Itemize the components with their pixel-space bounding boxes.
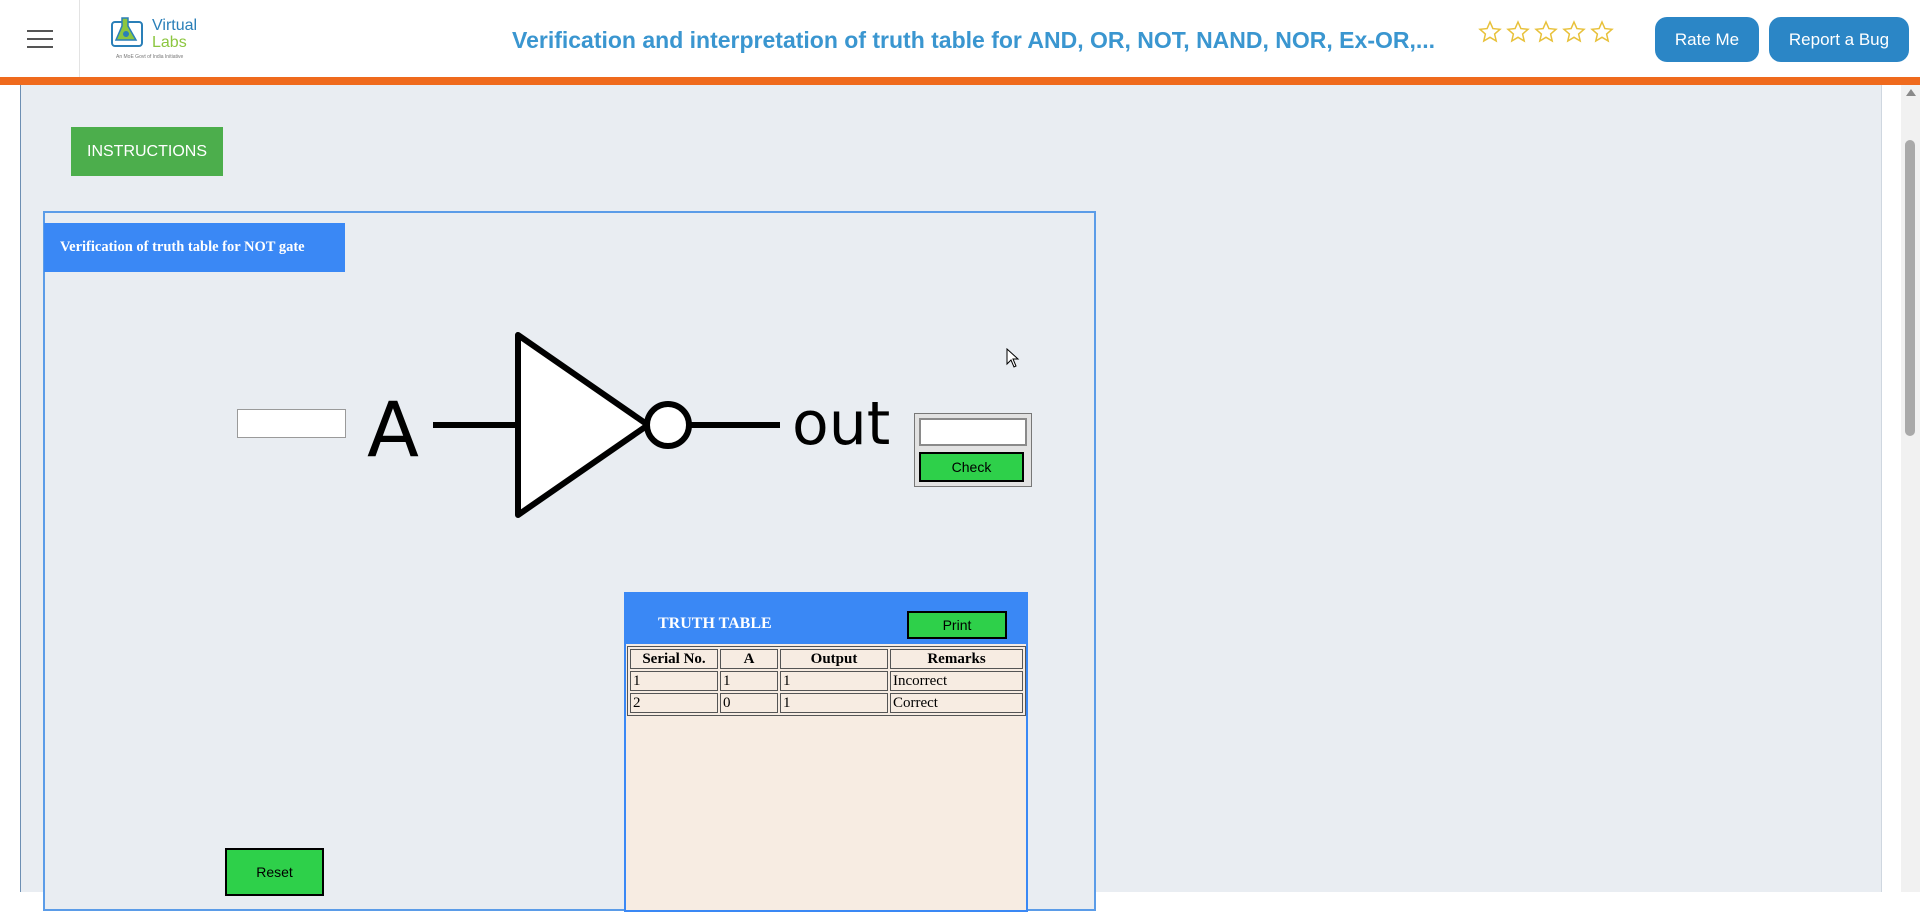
cell-remarks: Correct (890, 693, 1023, 713)
header-bar: Virtual Labs An MoE Govt of India Initia… (0, 0, 1920, 78)
check-button[interactable]: Check (919, 452, 1024, 482)
scroll-up-arrow-icon[interactable] (1906, 89, 1916, 96)
instructions-button[interactable]: INSTRUCTIONS (71, 127, 223, 176)
menu-icon (26, 24, 53, 54)
gate-input-label: A (367, 385, 419, 474)
report-bug-button[interactable]: Report a Bug (1769, 17, 1909, 62)
rating-stars[interactable] (1478, 20, 1614, 44)
virtual-labs-logo[interactable]: Virtual Labs An MoE Govt of India Initia… (108, 12, 204, 64)
star-icon[interactable] (1534, 20, 1558, 44)
reset-button[interactable]: Reset (225, 848, 324, 896)
output-field[interactable] (919, 418, 1027, 446)
cell-a: 0 (720, 693, 778, 713)
cell-remarks: Incorrect (890, 671, 1023, 691)
cell-output: 1 (780, 693, 888, 713)
not-gate-triangle (515, 332, 651, 518)
print-button[interactable]: Print (907, 611, 1007, 639)
star-icon[interactable] (1562, 20, 1586, 44)
simulation-title: Verification of truth table for NOT gate (44, 223, 345, 272)
table-row: 2 0 1 Correct (630, 693, 1023, 713)
mouse-cursor-icon (1006, 348, 1020, 368)
input-a-field[interactable] (237, 409, 346, 438)
table-header-row: Serial No. A Output Remarks (630, 649, 1023, 669)
logo-subtitle: An MoE Govt of India Initiative (116, 54, 184, 60)
column-header-a: A (720, 649, 778, 669)
cell-serial: 2 (630, 693, 718, 713)
table-row: 1 1 1 Incorrect (630, 671, 1023, 691)
logo-text-labs: Labs (152, 34, 187, 51)
column-header-remarks: Remarks (890, 649, 1023, 669)
hamburger-menu-button[interactable] (0, 0, 80, 77)
truth-table-title: TRUTH TABLE (658, 615, 772, 632)
column-header-output: Output (780, 649, 888, 669)
cell-serial: 1 (630, 671, 718, 691)
star-icon[interactable] (1478, 20, 1502, 44)
logo-text-virtual: Virtual (152, 17, 198, 34)
cell-a: 1 (720, 671, 778, 691)
rate-me-button[interactable]: Rate Me (1655, 17, 1759, 62)
not-gate-diagram: A out (367, 332, 890, 518)
header-accent-bar (0, 77, 1920, 85)
gate-output-label: out (792, 389, 890, 459)
star-icon[interactable] (1506, 20, 1530, 44)
column-header-serial: Serial No. (630, 649, 718, 669)
scrollbar-thumb[interactable] (1905, 140, 1915, 436)
cell-output: 1 (780, 671, 888, 691)
flask-logo-icon (111, 17, 143, 47)
page-title: Verification and interpretation of truth… (512, 27, 1436, 53)
star-icon[interactable] (1590, 20, 1614, 44)
truth-table: Serial No. A Output Remarks 1 1 1 Incorr… (627, 646, 1026, 716)
vertical-scrollbar[interactable] (1901, 85, 1920, 892)
not-gate-bubble (644, 401, 692, 449)
